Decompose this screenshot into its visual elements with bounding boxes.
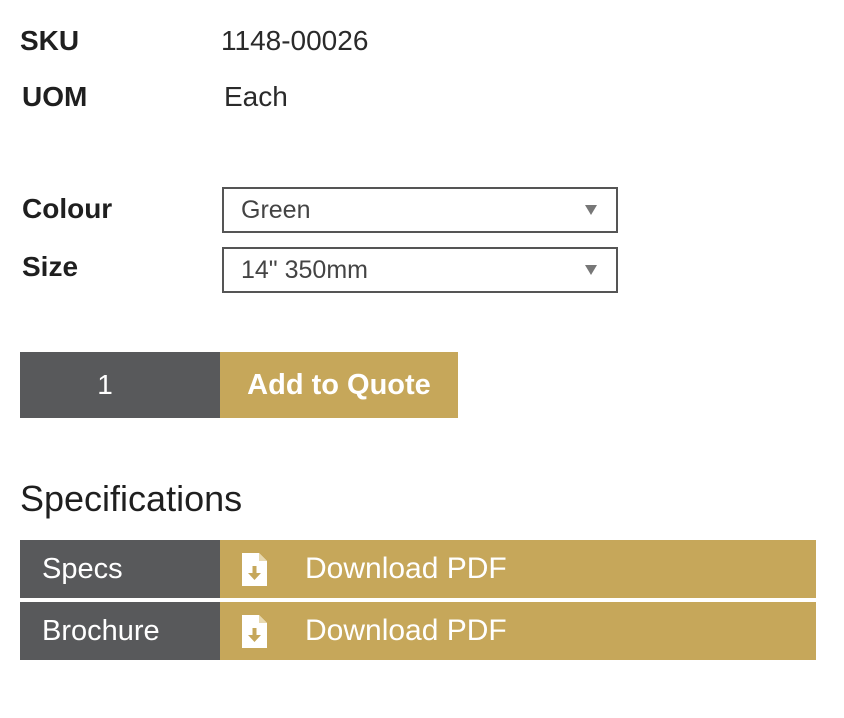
size-select-value: 14" 350mm xyxy=(241,255,368,284)
quantity-input[interactable]: 1 xyxy=(20,352,220,418)
download-pdf-label: Download PDF xyxy=(305,552,507,585)
download-pdf-link-specs[interactable]: Download PDF xyxy=(220,540,816,598)
specifications-title: Specifications xyxy=(20,478,243,519)
colour-select-value: Green xyxy=(241,195,311,224)
spec-row-label: Specs xyxy=(20,540,220,598)
size-select[interactable]: 14" 350mm xyxy=(222,247,618,293)
size-label: Size xyxy=(22,251,79,282)
add-to-quote-button[interactable]: Add to Quote xyxy=(220,352,458,418)
download-pdf-label: Download PDF xyxy=(305,614,507,647)
uom-label: UOM xyxy=(22,81,88,112)
spec-row-brochure: Brochure Download PDF xyxy=(20,602,816,660)
sku-value: 1148-00026 xyxy=(221,25,369,56)
file-download-icon xyxy=(242,552,267,586)
caret-down-icon xyxy=(585,205,597,215)
caret-down-icon xyxy=(585,265,597,275)
sku-label: SKU xyxy=(20,25,80,56)
quantity-value: 1 xyxy=(97,369,113,400)
colour-label: Colour xyxy=(22,193,113,224)
colour-select[interactable]: Green xyxy=(222,187,618,233)
spec-row-specs: Specs Download PDF xyxy=(20,540,816,598)
file-download-icon xyxy=(242,614,267,648)
download-pdf-link-brochure[interactable]: Download PDF xyxy=(220,602,816,660)
uom-value: Each xyxy=(224,81,288,112)
spec-row-label: Brochure xyxy=(20,602,220,660)
